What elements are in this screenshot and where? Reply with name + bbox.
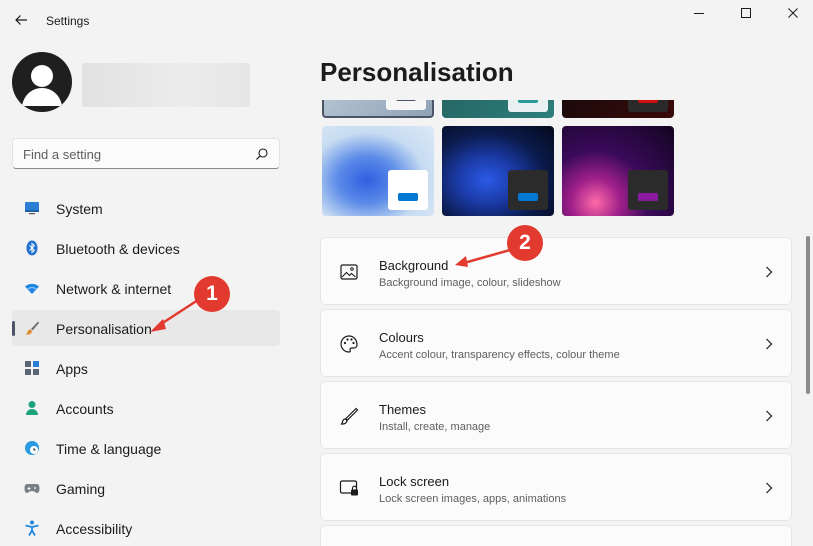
sidebar-item-label: System <box>56 201 103 217</box>
theme-gallery <box>320 100 680 220</box>
app-title: Settings <box>46 14 90 28</box>
minimize-button[interactable] <box>676 0 722 26</box>
gamepad-icon <box>24 484 40 493</box>
chevron-right-icon <box>766 338 773 350</box>
back-button[interactable] <box>10 9 32 31</box>
sidebar-item-gaming[interactable]: Gaming <box>12 470 280 506</box>
globe-clock-icon <box>25 441 39 455</box>
sidebar-item-time-language[interactable]: Time & language <box>12 430 280 466</box>
sidebar-item-bluetooth[interactable]: Bluetooth & devices <box>12 230 280 266</box>
card-title: Themes <box>379 402 426 417</box>
page-title: Personalisation <box>320 57 514 87</box>
person-icon <box>26 401 38 415</box>
lock-screen-icon <box>339 480 358 496</box>
theme-preview-window <box>388 170 428 210</box>
user-name-redacted <box>82 63 250 107</box>
avatar[interactable] <box>12 52 72 112</box>
card-title: Colours <box>379 330 424 345</box>
themes-card[interactable]: Themes Install, create, manage <box>320 381 792 449</box>
close-button[interactable] <box>770 0 813 26</box>
palette-icon <box>340 335 358 353</box>
next-setting-card[interactable] <box>320 525 792 546</box>
theme-preview-window <box>508 100 548 112</box>
theme-thumbnail[interactable] <box>322 126 434 216</box>
system-icon <box>25 202 39 215</box>
colours-card[interactable]: Colours Accent colour, transparency effe… <box>320 309 792 377</box>
theme-preview-window <box>628 100 668 112</box>
search-input[interactable] <box>23 145 243 163</box>
sidebar-item-label: Gaming <box>56 481 106 497</box>
sidebar-item-network[interactable]: Network & internet <box>12 270 280 306</box>
theme-preview-window <box>508 170 548 210</box>
maximize-icon <box>741 8 751 18</box>
sidebar-nav: System Bluetooth & devices Network & int… <box>12 190 280 546</box>
sidebar-item-accounts[interactable]: Accounts <box>12 390 280 426</box>
sidebar-item-label: Accessibility <box>56 521 133 537</box>
sidebar-item-accessibility[interactable]: Accessibility <box>12 510 280 546</box>
sidebar-item-label: Bluetooth & devices <box>56 241 180 257</box>
background-card[interactable]: Background Background image, colour, sli… <box>320 237 792 305</box>
theme-preview-window <box>386 100 426 110</box>
search-icon[interactable] <box>255 147 269 161</box>
theme-thumbnail[interactable] <box>562 126 674 216</box>
sidebar-item-personalisation[interactable]: Personalisation <box>12 310 280 346</box>
theme-thumbnail[interactable] <box>442 126 554 216</box>
close-icon <box>788 8 798 18</box>
lock-screen-card[interactable]: Lock screen Lock screen images, apps, an… <box>320 453 792 521</box>
pen-icon <box>340 407 359 425</box>
title-bar: Settings <box>0 0 813 40</box>
card-subtitle: Background image, colour, slideshow <box>379 277 561 289</box>
theme-thumbnail[interactable] <box>562 100 674 118</box>
card-subtitle: Lock screen images, apps, animations <box>379 493 567 505</box>
card-title: Background <box>379 258 449 273</box>
theme-thumbnail[interactable] <box>442 100 554 118</box>
sidebar-item-label: Personalisation <box>56 321 152 337</box>
maximize-button[interactable] <box>723 0 769 26</box>
sidebar-item-label: Network & internet <box>56 281 172 297</box>
chevron-right-icon <box>766 266 773 278</box>
sidebar-item-label: Apps <box>56 361 88 377</box>
apps-icon <box>25 361 39 375</box>
scrollbar-thumb[interactable] <box>806 236 810 394</box>
card-subtitle: Accent colour, transparency effects, col… <box>379 349 620 361</box>
annotation-marker-1: 1 <box>194 276 230 312</box>
card-title: Lock screen <box>379 474 450 489</box>
picture-icon <box>340 264 358 280</box>
chevron-right-icon <box>766 482 773 494</box>
card-subtitle: Install, create, manage <box>379 421 491 433</box>
sidebar-item-label: Time & language <box>56 441 162 457</box>
theme-preview-window <box>628 170 668 210</box>
accessibility-icon <box>25 520 39 536</box>
back-arrow-icon <box>15 15 27 25</box>
theme-thumbnail[interactable] <box>322 100 434 118</box>
sidebar-item-label: Accounts <box>56 401 114 417</box>
chevron-right-icon <box>766 410 773 422</box>
sidebar-item-system[interactable]: System <box>12 190 280 226</box>
minimize-icon <box>694 13 704 14</box>
sidebar-item-apps[interactable]: Apps <box>12 350 280 386</box>
wifi-icon <box>25 283 39 294</box>
user-silhouette-icon <box>22 65 62 106</box>
search-box[interactable] <box>12 138 280 169</box>
bluetooth-icon <box>26 240 38 256</box>
annotation-marker-2: 2 <box>507 225 543 261</box>
brush-icon <box>25 321 39 335</box>
